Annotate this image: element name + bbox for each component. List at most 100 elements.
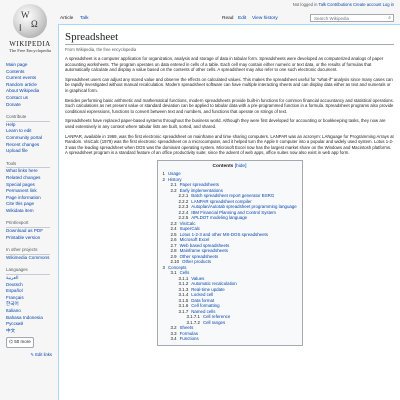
search-placeholder: Search Wikipedia — [314, 16, 350, 21]
sidebar-item-tools-5[interactable]: Cite this page — [6, 201, 58, 208]
more-languages-button[interactable]: ⌬ 50 more — [6, 337, 34, 348]
sidebar-item-print-1[interactable]: Printable version — [6, 235, 58, 242]
toc-entry-number: 3.1.6 — [178, 303, 189, 309]
sidebar-item-tools-1[interactable]: Related changes — [6, 175, 58, 182]
sidebar-item-language-0[interactable]: العربية — [6, 275, 58, 282]
personal-tools: Not logged in Talk Contributions Create … — [293, 2, 394, 7]
toc-entry-label: Batch spreadsheet report generator BSRG — [191, 193, 275, 199]
toc-entry-number: 3.2 — [170, 325, 177, 331]
toc-entry-label: LANPAR spreadsheet compiler — [191, 198, 252, 204]
tools-heading: Tools — [6, 161, 50, 169]
toc-entry-number: 3.1.7 — [178, 308, 189, 314]
toc-entry-label: Other spreadsheets — [179, 253, 219, 259]
toc-entry-number: 3.1 — [170, 270, 177, 276]
toc-entry-label: Values — [191, 275, 205, 281]
toc-entry-label: Cell formatting — [191, 303, 220, 309]
wikipedia-logo[interactable]: WΩا WIKIPEDIA The Free Encyclopedia — [0, 0, 60, 58]
paragraph-4: Spreadsheets have replaced paper-based s… — [65, 118, 386, 129]
edit-links[interactable]: ✎ Edit links — [31, 352, 52, 359]
sidebar-item-tools-0[interactable]: What links here — [6, 168, 58, 175]
toc-entry-label: Microsoft Excel — [179, 237, 210, 243]
sidebar-item-projects-0[interactable]: Wikimedia Commons — [6, 255, 58, 262]
toc-entry-label: Usage — [167, 171, 181, 177]
toc-entry-number: 2.2.1 — [178, 193, 189, 199]
sidebar-item-print-0[interactable]: Download as PDF — [6, 228, 58, 235]
sidebar-item-main-0[interactable]: Main page — [6, 62, 58, 69]
sidebar-item-language-8[interactable]: 中文 — [6, 328, 58, 335]
toc-entry-number: 2.8 — [170, 248, 177, 254]
login-link[interactable]: Log in — [383, 2, 394, 7]
sidebar-item-main-5[interactable]: Contact us — [6, 95, 58, 102]
sidebar-item-tools-4[interactable]: Page information — [6, 195, 58, 202]
toc-entry-label: Cells — [179, 270, 190, 276]
toc-entry-number: 2.2.4 — [178, 209, 189, 215]
tab-read[interactable]: Read — [222, 16, 233, 21]
sidebar-item-contribute-4[interactable]: Upload file — [6, 148, 58, 155]
toc-entry-number: 1 — [162, 171, 165, 177]
toc-entry-number: 3.1.7.2 — [186, 319, 200, 325]
contributions-link[interactable]: Contributions — [327, 2, 352, 7]
toc-hide-toggle[interactable]: [hide] — [235, 164, 247, 169]
logo-wordmark: WIKIPEDIA — [9, 40, 51, 48]
paragraph-5: LANPAR, available in 1969, was the first… — [65, 133, 394, 156]
toc-entry-number: 2.1 — [170, 182, 177, 188]
create-account-link[interactable]: Create account — [353, 2, 381, 7]
toc-entry-number: 2.7 — [170, 242, 177, 248]
sidebar-item-tools-3[interactable]: Permanent link — [6, 188, 58, 195]
toc-entry-number: 2.2.5 — [178, 215, 189, 221]
toc-entry-label: Cell reference — [202, 314, 231, 320]
sidebar-item-contribute-3[interactable]: Recent changes — [6, 142, 58, 149]
sidebar-item-tools-6[interactable]: Wikidata item — [6, 208, 58, 215]
sidebar-item-language-1[interactable]: Deutsch — [6, 282, 58, 289]
toc-entry-label: Data format — [191, 297, 215, 303]
toc-entry-label: IBM Financial Planning and Control Syste… — [191, 209, 276, 215]
sidebar-item-language-6[interactable]: Bahasa Indonesia — [6, 315, 58, 322]
toc-entry-number: 2.2.3 — [178, 204, 189, 210]
toc-entry-number: 2.9 — [170, 253, 177, 259]
sidebar-item-language-7[interactable]: Русский — [6, 321, 58, 328]
toc-entry-label: Web based spreadsheets — [179, 242, 230, 248]
toc-entry-label: Mainframe spreadsheets — [179, 248, 228, 254]
tab-article[interactable]: Article — [60, 16, 73, 21]
tab-view-history[interactable]: View history — [252, 16, 278, 21]
toc-entry-label: Paper spreadsheets — [179, 182, 219, 188]
table-of-contents: Contents [hide] 1 Usage 2 History 2.1 Paper s… — [156, 159, 303, 346]
paragraph-2: Spreadsheet users can adjust any stored … — [65, 76, 393, 93]
sidebar-item-main-3[interactable]: Random article — [6, 82, 58, 89]
contribute-heading: Contribute — [6, 114, 50, 122]
paragraph-1: A spreadsheet is a computer application … — [65, 56, 384, 73]
sidebar-item-language-4[interactable]: 한국어 — [6, 301, 58, 308]
sidebar-item-main-2[interactable]: Current events — [6, 75, 58, 82]
site-sub: From Wikipedia, the free encyclopedia — [65, 47, 137, 52]
sidebar-item-language-5[interactable]: Italiano — [6, 308, 58, 315]
toc-entry-label: APLDOT modeling language — [191, 215, 248, 221]
toc-entry-number: 2.3 — [170, 220, 177, 226]
sidebar-item-contribute-0[interactable]: Help — [6, 122, 58, 129]
toc-entry-label: SuperCalc — [179, 226, 201, 232]
toc-entry-number: 3.1.7.1 — [186, 314, 200, 320]
sidebar-item-main-6[interactable]: Donate — [6, 102, 58, 109]
toc-entry-number: 2.5 — [170, 231, 177, 237]
tab-talk[interactable]: Talk — [80, 16, 89, 21]
sidebar-item-contribute-1[interactable]: Learn to edit — [6, 128, 58, 135]
toc-entry-label: Automatic recalculation — [191, 281, 237, 287]
sidebar-item-tools-2[interactable]: Special pages — [6, 182, 58, 189]
search-icon[interactable]: ⌕ — [388, 15, 391, 21]
toc-entry-label: Concepts — [167, 264, 187, 270]
toc-entry-number: 2.10 — [170, 259, 180, 265]
sidebar-item-language-3[interactable]: Français — [6, 295, 58, 302]
toc-entry-label: Formulas — [179, 330, 198, 336]
sidebar-item-contribute-2[interactable]: Community portal — [6, 135, 58, 142]
toc-entry-label: Functions — [179, 336, 199, 342]
toc-entry-number: 2 — [162, 176, 165, 182]
toc-entry-number: 2.2.2 — [178, 198, 189, 204]
toc-entry-label: Cell ranges — [202, 319, 226, 325]
toc-entry-label: Locked cell — [191, 292, 214, 298]
tab-edit[interactable]: Edit — [238, 16, 246, 21]
search-input[interactable]: Search Wikipedia ⌕ — [310, 14, 394, 22]
talk-link[interactable]: Talk — [319, 2, 326, 7]
sidebar-item-language-2[interactable]: Español — [6, 288, 58, 295]
toc-entry[interactable]: 3.4 Functions — [163, 336, 297, 342]
sidebar-item-main-1[interactable]: Contents — [6, 69, 58, 76]
sidebar-item-main-4[interactable]: About Wikipedia — [6, 88, 58, 95]
